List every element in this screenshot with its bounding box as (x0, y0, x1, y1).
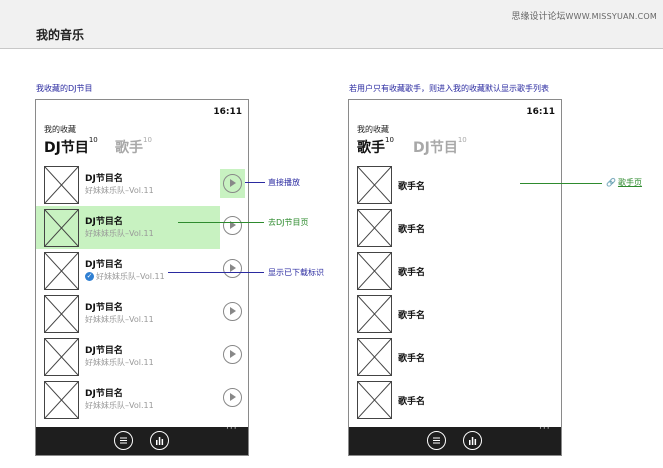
equalizer-icon[interactable] (150, 431, 169, 450)
list-item[interactable]: 歌手名 (349, 335, 561, 378)
status-time: 16:11 (213, 107, 242, 117)
cover-image (44, 381, 79, 419)
play-icon[interactable] (223, 174, 242, 193)
item-subtitle: 好妹妹乐队–Vol.11 (85, 315, 154, 324)
playlist-icon[interactable] (427, 431, 446, 450)
right-caption: 若用户只有收藏歌手，则进入我的收藏默认显示歌手列表 (349, 84, 549, 93)
list-item[interactable]: 歌手名 (349, 249, 561, 292)
watermark-en: WWW.MISSYUAN.COM (565, 12, 657, 21)
singer-name: 歌手名 (398, 268, 426, 278)
tab-singer[interactable]: 歌手10 (357, 136, 394, 157)
right-phone-screen: 16:11 我的收藏 歌手10 DJ节目10 歌手名 歌手名 歌手名 歌手名 歌… (348, 99, 562, 456)
play-icon[interactable] (223, 302, 242, 321)
annotation-line (520, 183, 602, 184)
list-item[interactable]: DJ节目名 ✓ 好妹妹乐队–Vol.11 (36, 249, 248, 292)
item-title: DJ节目名 (85, 217, 123, 227)
tab-dj[interactable]: DJ节目10 (44, 136, 98, 157)
list-item[interactable]: DJ节目名 好妹妹乐队–Vol.11 (36, 292, 248, 335)
page-title: 我的音乐 (36, 28, 85, 42)
singer-name: 歌手名 (398, 311, 426, 321)
singer-name: 歌手名 (398, 397, 426, 407)
item-title: DJ节目名 (85, 303, 123, 313)
item-subtitle-row: ✓ 好妹妹乐队–Vol.11 (85, 271, 165, 282)
list-item[interactable]: DJ节目名 好妹妹乐队–Vol.11 (36, 335, 248, 378)
tab-singer-count: 10 (143, 136, 152, 144)
more-button[interactable]: ··· (539, 424, 551, 434)
list-item[interactable]: DJ节目名 好妹妹乐队–Vol.11 (36, 378, 248, 421)
left-caption: 我收藏的DJ节目 (36, 84, 93, 93)
singer-name: 歌手名 (398, 182, 426, 192)
list-item[interactable]: 歌手名 (349, 292, 561, 335)
status-time: 16:11 (526, 107, 555, 117)
annotation-singer-page-label: 歌手页 (617, 178, 642, 187)
app-bar: ··· (349, 424, 561, 455)
avatar (357, 252, 392, 290)
item-subtitle: 好妹妹乐队–Vol.11 (85, 186, 154, 195)
tab-dj-label: DJ节目 (44, 140, 89, 156)
equalizer-icon[interactable] (463, 431, 482, 450)
annotation-downloaded: 显示已下载标识 (268, 268, 324, 277)
tab-singer[interactable]: 歌手10 (115, 136, 152, 157)
tab-dj-count: 10 (88, 136, 98, 144)
singer-name: 歌手名 (398, 225, 426, 235)
annotation-play: 直接播放 (268, 178, 300, 187)
item-title: DJ节目名 (85, 260, 123, 270)
annotation-page: 去DJ节目页 (268, 218, 309, 227)
avatar (357, 209, 392, 247)
annotation-singer-page: 🔗 歌手页 (606, 177, 642, 188)
avatar (357, 381, 392, 419)
list-item[interactable]: DJ节目名 好妹妹乐队–Vol.11 (36, 206, 220, 249)
downloaded-check-icon: ✓ (85, 272, 94, 281)
cover-image (44, 338, 79, 376)
play-icon[interactable] (223, 259, 242, 278)
item-title: DJ节目名 (85, 174, 123, 184)
tab-singer-count: 10 (385, 136, 394, 144)
app-bar: ··· (36, 424, 248, 455)
list-item[interactable]: 歌手名 (349, 163, 561, 206)
item-subtitle: 好妹妹乐队–Vol.11 (85, 401, 154, 410)
tab-singer-label: 歌手 (357, 140, 385, 156)
item-subtitle: 好妹妹乐队–Vol.11 (96, 272, 165, 281)
annotation-line (178, 222, 264, 223)
avatar (357, 338, 392, 376)
annotation-line (168, 272, 264, 273)
singer-name: 歌手名 (398, 354, 426, 364)
cover-image (44, 252, 79, 290)
avatar (357, 166, 392, 204)
item-subtitle: 好妹妹乐队–Vol.11 (85, 358, 154, 367)
section-title: 我的收藏 (44, 125, 76, 134)
list-item[interactable]: 歌手名 (349, 378, 561, 421)
item-title: DJ节目名 (85, 346, 123, 356)
play-icon[interactable] (223, 216, 242, 235)
section-title: 我的收藏 (357, 125, 389, 134)
play-icon[interactable] (223, 388, 242, 407)
item-title: DJ节目名 (85, 389, 123, 399)
list-item[interactable]: 歌手名 (349, 206, 561, 249)
cover-image (44, 166, 79, 204)
cover-image (44, 295, 79, 333)
watermark-cn: 思缘设计论坛 (511, 12, 566, 22)
play-icon[interactable] (223, 345, 242, 364)
cover-image (44, 209, 79, 247)
link-icon: 🔗 (606, 178, 616, 187)
tab-dj-label: DJ节目 (413, 140, 458, 156)
annotation-line (245, 182, 265, 183)
more-button[interactable]: ··· (226, 424, 238, 434)
playlist-icon[interactable] (114, 431, 133, 450)
tab-singer-label: 歌手 (115, 140, 143, 156)
watermark: 思缘设计论坛WWW.MISSYUAN.COM (511, 9, 657, 22)
item-subtitle: 好妹妹乐队–Vol.11 (85, 229, 154, 238)
header-bar (0, 0, 663, 49)
tab-dj[interactable]: DJ节目10 (413, 136, 467, 157)
left-phone-screen: 16:11 我的收藏 DJ节目10 歌手10 DJ节目名 好妹妹乐队–Vol.1… (35, 99, 249, 456)
tab-dj-count: 10 (457, 136, 467, 144)
list-item[interactable]: DJ节目名 好妹妹乐队–Vol.11 (36, 163, 248, 206)
avatar (357, 295, 392, 333)
